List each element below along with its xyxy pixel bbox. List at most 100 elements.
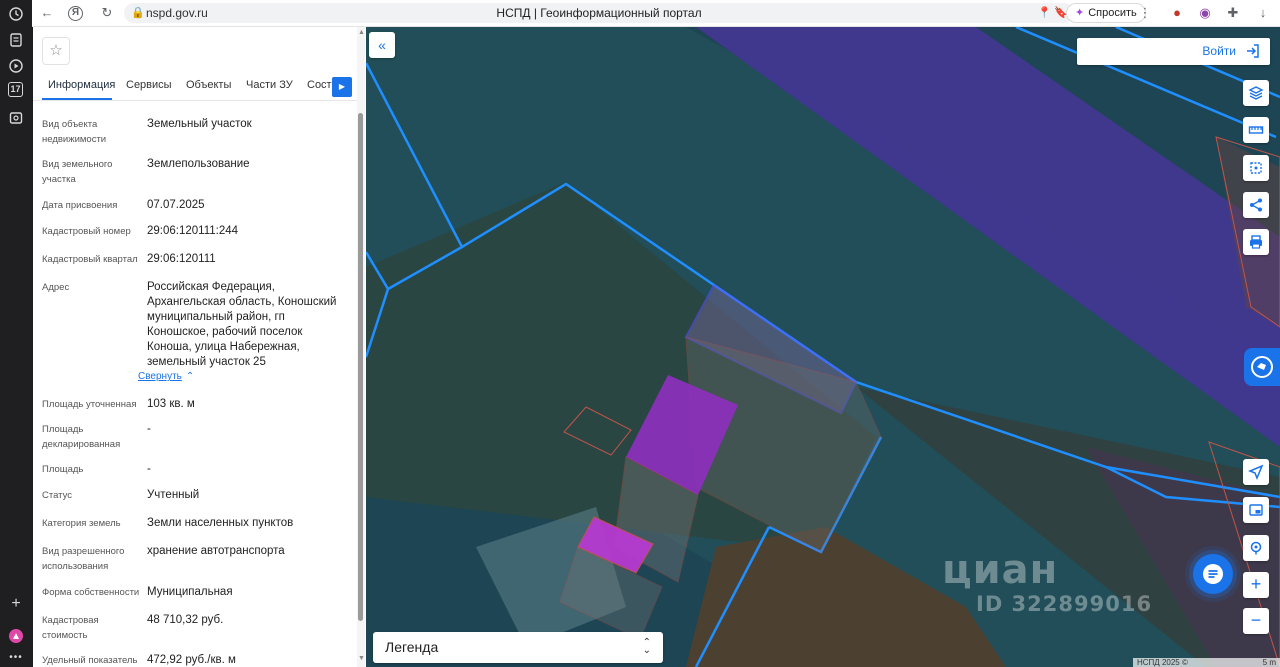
- active-tab-indicator: [42, 98, 112, 100]
- field-label: Статус: [42, 490, 73, 501]
- field-value[interactable]: 29:06:120111: [147, 252, 347, 267]
- field-value[interactable]: 29:06:120111:244: [147, 224, 347, 239]
- location-search-button[interactable]: [1243, 535, 1269, 561]
- field-value: хранение автотранспорта: [147, 545, 285, 557]
- location-icon: [1250, 541, 1262, 555]
- more-icon[interactable]: •••: [6, 648, 26, 667]
- back-icon[interactable]: ←: [38, 4, 56, 22]
- collapse-panel-button[interactable]: «: [369, 32, 395, 58]
- chevron-updown-icon: ⌃ ⌄: [642, 637, 651, 656]
- collapse-link[interactable]: Свернуть ⌃: [138, 371, 194, 382]
- login-button[interactable]: Войти: [1077, 38, 1270, 65]
- tab-info[interactable]: Информация: [48, 79, 115, 91]
- ruler-button[interactable]: [1243, 117, 1269, 143]
- extension2-icon[interactable]: ◉: [1196, 4, 1214, 22]
- field-value: Российская Федерация, Архангельская обла…: [147, 281, 337, 368]
- scroll-up-icon[interactable]: ▲: [358, 29, 365, 36]
- minimap-button[interactable]: [1243, 497, 1269, 523]
- field-label: Категория земель: [42, 518, 121, 529]
- browser-sidebar: 17 + •••: [0, 0, 32, 667]
- ask-button[interactable]: ✦ Спросить: [1066, 3, 1146, 23]
- bookmark-icon[interactable]: 📍 🔖: [1038, 6, 1068, 19]
- layers-icon: [1248, 86, 1264, 100]
- share-icon: [1250, 198, 1262, 212]
- field-value: Землепользование: [147, 158, 250, 170]
- browser-toolbar: ← Я ↻ 🔒 nspd.gov.ru НСПД | Геоинформацио…: [32, 0, 1280, 27]
- share-button[interactable]: [1243, 192, 1269, 218]
- navigation-icon: [1248, 464, 1264, 480]
- play-icon[interactable]: [6, 56, 26, 76]
- zoom-in-button[interactable]: +: [1243, 572, 1269, 598]
- watermark-brand: циан: [942, 547, 1059, 593]
- field-value: Учтенный: [147, 489, 200, 501]
- field-label: Вид земельного участка: [42, 159, 113, 185]
- field-value: -: [147, 463, 151, 475]
- field-label: Дата присвоения: [42, 200, 118, 211]
- sparkle-icon: ✦: [1075, 7, 1085, 19]
- field-label: Площадь декларированная: [42, 424, 121, 450]
- field-value: -: [147, 423, 151, 435]
- yandex-icon[interactable]: Я: [68, 6, 83, 21]
- select-area-button[interactable]: [1243, 155, 1269, 181]
- reload-icon[interactable]: ↻: [98, 4, 116, 22]
- watermark-id: ID 322899016: [976, 592, 1153, 616]
- scroll-down-icon[interactable]: ▼: [358, 655, 365, 662]
- field-label: Вид объекта недвижимости: [42, 119, 107, 145]
- alice-icon[interactable]: [6, 626, 26, 646]
- menu-icon[interactable]: ⋮: [1136, 4, 1154, 22]
- legend-dropdown[interactable]: Легенда ⌃ ⌄: [373, 632, 663, 663]
- map-canvas[interactable]: [366, 27, 1280, 667]
- calendar-icon[interactable]: 17: [8, 82, 23, 97]
- minimap-icon: [1249, 504, 1263, 516]
- tab-parts[interactable]: Части ЗУ: [246, 79, 293, 91]
- legend-label: Легенда: [385, 639, 439, 655]
- select-area-icon: [1250, 162, 1262, 174]
- favorite-star-icon[interactable]: ☆: [42, 37, 70, 65]
- page-title: НСПД | Геоинформационный портал: [496, 6, 702, 20]
- print-button[interactable]: [1243, 229, 1269, 255]
- tab-objects[interactable]: Объекты: [186, 79, 231, 91]
- field-value: 07.07.2025: [147, 199, 205, 211]
- screenshot-icon[interactable]: [6, 108, 26, 128]
- field-label: Кадастровый номер: [42, 226, 131, 237]
- map-view[interactable]: « Войти циан ID 322899016 + − Легенда ⌃ …: [366, 27, 1280, 667]
- cian-watermark: циан ID 322899016: [942, 547, 1151, 616]
- chat-icon: [1203, 564, 1223, 584]
- history-icon[interactable]: [6, 4, 26, 24]
- service-chat-icon: [1251, 356, 1273, 378]
- tab-services[interactable]: Сервисы: [126, 79, 172, 91]
- field-value: Земли населенных пунктов: [147, 517, 294, 529]
- chevron-up-icon: ⌃: [185, 371, 195, 382]
- collections-icon[interactable]: [6, 30, 26, 50]
- download-icon[interactable]: ↓: [1254, 4, 1272, 22]
- zoom-out-button[interactable]: −: [1243, 608, 1269, 634]
- login-icon: [1247, 44, 1259, 58]
- field-label: Адрес: [42, 282, 70, 293]
- puzzle-icon[interactable]: ✚: [1224, 4, 1242, 22]
- app-window: 17 + ••• ← Я ↻ 🔒 nspd.gov.ru НСПД | Геои…: [0, 0, 1280, 667]
- panel-scrollbar-thumb[interactable]: [358, 113, 363, 621]
- attribution-text: НСПД 2025 ©: [1137, 658, 1188, 667]
- ask-label: Спросить: [1088, 7, 1137, 19]
- panel-tabs: Информация Сервисы Объекты Части ЗУ Сост…: [33, 73, 358, 101]
- layers-button[interactable]: [1243, 80, 1269, 106]
- field-value: 472,92 руб./кв. м: [147, 654, 236, 666]
- address-bar[interactable]: 🔒 nspd.gov.ru НСПД | Геоинформационный п…: [124, 3, 1074, 23]
- geolocation-button[interactable]: [1243, 459, 1269, 485]
- field-label: Удельный показатель: [42, 655, 138, 666]
- tabs-scroll-right-button[interactable]: ▶: [332, 77, 352, 97]
- scale-label: 5 m: [1262, 658, 1276, 667]
- field-label: Площадь уточненная: [42, 399, 137, 410]
- add-icon[interactable]: +: [6, 594, 26, 614]
- map-attribution: НСПД 2025 © 5 m: [1133, 658, 1280, 667]
- service-tab-button[interactable]: [1244, 348, 1280, 386]
- field-label: Форма собственности: [42, 587, 140, 598]
- extension-icon[interactable]: ●: [1168, 4, 1186, 22]
- ruler-icon: [1248, 126, 1264, 134]
- field-label: Площадь: [42, 464, 84, 475]
- chat-button[interactable]: [1193, 554, 1233, 594]
- field-value: Земельный участок: [147, 118, 252, 130]
- print-icon: [1250, 235, 1262, 249]
- field-value: Муниципальная: [147, 586, 233, 598]
- field-label: Вид разрешенного использования: [42, 546, 125, 572]
